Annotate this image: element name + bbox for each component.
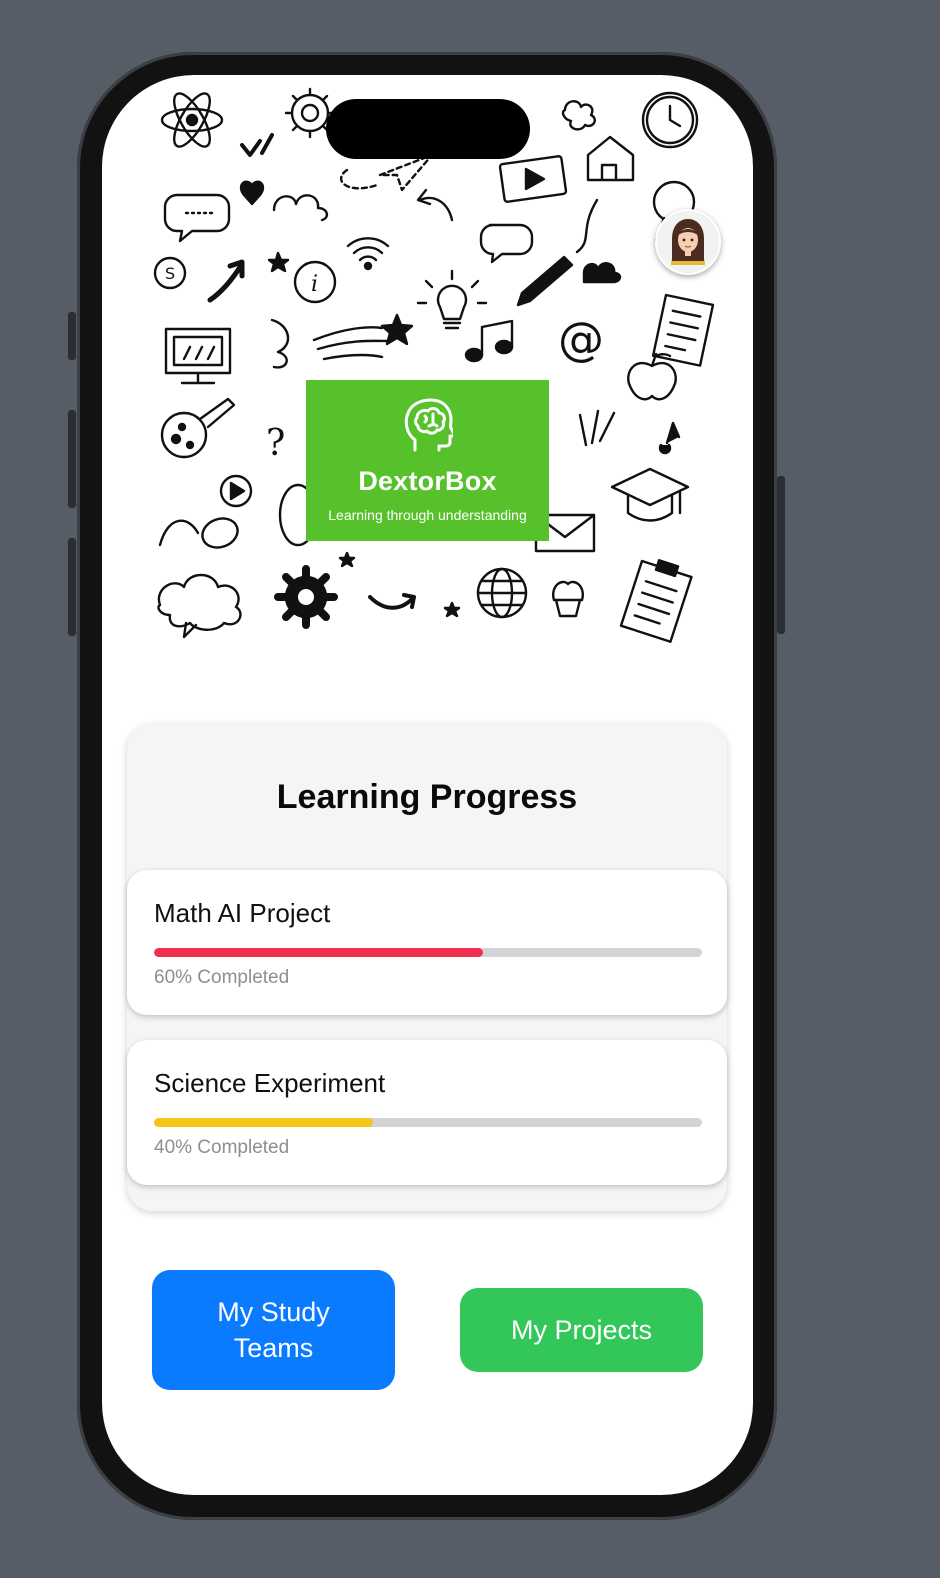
progress-status: 60% Completed [154,967,290,988]
thought-cloud-doodle [157,573,242,639]
globe-doodle [476,567,528,619]
tiny-star-doodle [267,251,290,273]
atom-doodle [160,92,224,148]
app-logo: DextorBox Learning through understanding [306,380,549,541]
volume-up-button [68,410,76,508]
app-logo-subtitle: Learning through understanding [328,507,527,523]
undo-arrow-doodle [416,188,454,222]
heart-doodle [239,180,265,206]
note-doodle [658,421,681,455]
apple-doodle [627,352,677,401]
play-doodle [219,474,253,508]
coin-doodle: S [153,256,187,290]
progress-bar-fill [154,948,483,957]
progress-bar-track [154,948,702,957]
app-logo-title: DextorBox [358,466,497,496]
clock-doodle [641,91,699,149]
wifi-doodle [346,237,390,271]
progress-card-science[interactable]: Science Experiment 40% Completed [127,1040,727,1185]
cloud-doodle-filled [582,262,622,284]
cupcake-doodle [552,580,584,618]
project-name: Math AI Project [154,898,331,928]
svg-text:i: i [311,272,318,297]
arrow-doodle [207,259,245,303]
question-doodle: ? [266,423,285,464]
clipboard-doodle [619,559,693,643]
my-study-teams-button[interactable]: My Study Teams [152,1270,395,1390]
check-marks-doodle [240,133,274,157]
lightbulb-doodle [416,269,488,330]
volume-down-button [68,538,76,636]
squiggle-doodle [575,198,599,254]
my-projects-button[interactable]: My Projects [460,1288,703,1372]
exclamation-doodle [578,409,616,447]
app-screen: S i @ ? DextorBox Learning through under… [102,75,753,1495]
curly-arrow-doodle [270,318,290,369]
monitor-doodle [164,327,232,385]
cloud-doodle-outline [272,194,329,222]
chat-doodle [479,223,534,264]
power-button [777,476,785,634]
user-avatar-icon [657,211,719,273]
cloud-doodle-small [561,100,596,131]
house-doodle [586,135,635,182]
flask-doodle [160,397,236,459]
doodle-illustration: S i @ ? [153,87,715,643]
mouse-doodle [158,517,239,549]
star-doodle [380,313,414,346]
video-doodle [498,155,568,203]
curved-arrow-doodle [368,593,416,610]
svg-text:S: S [165,264,175,283]
pencil-doodle [516,255,574,307]
progress-status: 40% Completed [154,1137,290,1158]
section-title: Learning Progress [276,778,578,816]
progress-bar-fill [154,1118,374,1127]
speech-bubble-doodle [163,193,231,243]
swoosh-doodle [312,326,390,361]
learning-progress-panel: Learning Progress Math AI Project 60% Co… [127,724,727,1211]
info-doodle: i [293,260,337,304]
at-sign-doodle: @ [558,312,604,366]
project-name: Science Experiment [154,1068,386,1098]
profile-avatar[interactable] [655,209,721,275]
silent-switch [68,312,76,360]
doodle-hero-image: S i @ ? [102,75,753,675]
brain-head-icon [404,398,453,452]
dynamic-island [326,99,530,159]
progress-bar-track [154,1118,702,1127]
my-study-teams-label: My Study Teams [217,1297,330,1363]
paper-plane-doodle [340,153,434,192]
graduation-cap-doodle [610,467,690,522]
gear-doodle-bottom [274,565,338,629]
my-projects-label: My Projects [510,1315,653,1345]
music-note-doodle [464,319,514,363]
progress-card-math[interactable]: Math AI Project 60% Completed [127,870,727,1015]
